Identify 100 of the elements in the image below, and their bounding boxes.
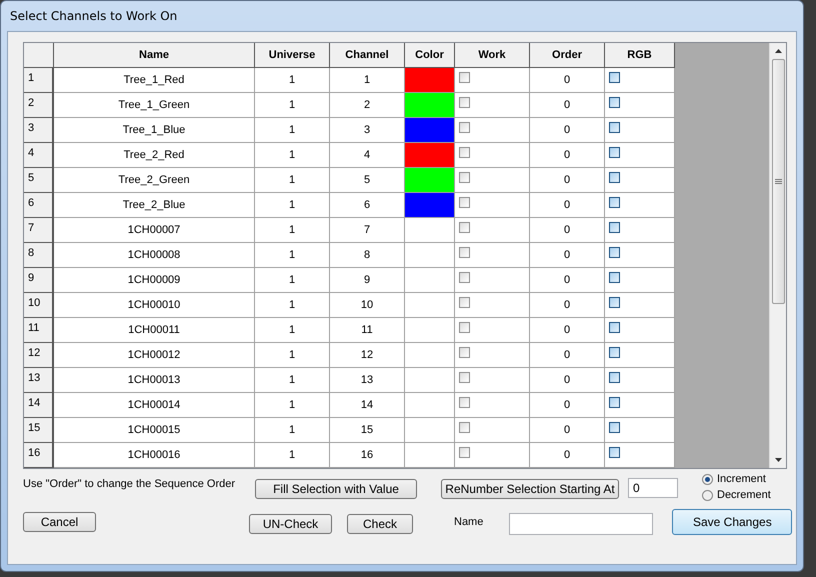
row-header[interactable]: 7 (24, 218, 54, 243)
table-cell: 1 (255, 143, 330, 168)
window-title: Select Channels to Work On (10, 9, 178, 23)
save-changes-button[interactable]: Save Changes (672, 509, 792, 535)
checkbox[interactable] (459, 97, 470, 108)
checkbox[interactable] (609, 422, 620, 433)
table-cell: 1CH00013 (54, 368, 255, 393)
table-cell: Tree_1_Blue (54, 118, 255, 143)
table-cell: 0 (530, 343, 605, 368)
row-header[interactable]: 12 (24, 343, 54, 368)
table-cell: 10 (330, 293, 405, 318)
checkbox[interactable] (459, 297, 470, 308)
checkbox[interactable] (459, 422, 470, 433)
scrollbar[interactable] (769, 43, 786, 468)
table-cell: Tree_2_Red (54, 143, 255, 168)
checkbox[interactable] (609, 222, 620, 233)
table-cell: 3 (330, 118, 405, 143)
table-cell: 1CH00011 (54, 318, 255, 343)
checkbox[interactable] (459, 372, 470, 383)
row-header[interactable]: 9 (24, 268, 54, 293)
grip-icon (774, 178, 782, 184)
checkbox[interactable] (609, 272, 620, 283)
cancel-button[interactable]: Cancel (23, 512, 96, 532)
checkbox[interactable] (459, 447, 470, 458)
checkbox[interactable] (609, 97, 620, 108)
checkbox[interactable] (609, 122, 620, 133)
direction-radio[interactable]: Decrement (702, 489, 771, 501)
table-cell: 0 (530, 268, 605, 293)
column-header[interactable]: Order (530, 43, 605, 68)
start-value-field[interactable]: 0 (628, 478, 678, 498)
checkbox[interactable] (609, 172, 620, 183)
column-header[interactable]: Work (455, 43, 530, 68)
checkbox[interactable] (459, 347, 470, 358)
table-cell: 0 (530, 168, 605, 193)
check-button[interactable]: Check (347, 514, 413, 534)
checkbox[interactable] (609, 322, 620, 333)
table-cell: 13 (330, 368, 405, 393)
checkbox[interactable] (459, 397, 470, 408)
scroll-thumb[interactable] (772, 59, 784, 304)
checkbox[interactable] (459, 122, 470, 133)
checkbox[interactable] (459, 72, 470, 83)
name-label: Name (454, 516, 484, 528)
table-cell: 16 (330, 443, 405, 468)
row-header[interactable]: 15 (24, 418, 54, 443)
table-cell: 2 (330, 93, 405, 118)
checkbox[interactable] (609, 447, 620, 458)
checkbox[interactable] (609, 197, 620, 208)
checkbox[interactable] (459, 172, 470, 183)
checkbox[interactable] (459, 197, 470, 208)
row-header[interactable]: 13 (24, 368, 54, 393)
table-cell: 1 (255, 393, 330, 418)
row-header[interactable]: 10 (24, 293, 54, 318)
checkbox[interactable] (459, 147, 470, 158)
table-cell: 0 (530, 368, 605, 393)
row-header[interactable]: 16 (24, 443, 54, 468)
row-header[interactable]: 14 (24, 393, 54, 418)
table-cell: 4 (330, 143, 405, 168)
checkbox[interactable] (609, 397, 620, 408)
column-header[interactable]: Color (405, 43, 455, 68)
row-header[interactable]: 1 (24, 68, 54, 93)
table-cell: 0 (530, 418, 605, 443)
table-cell: 1CH00014 (54, 393, 255, 418)
row-header[interactable]: 5 (24, 168, 54, 193)
row-header[interactable]: 3 (24, 118, 54, 143)
table-cell: 8 (330, 243, 405, 268)
column-header[interactable]: Name (54, 43, 255, 68)
column-header[interactable]: RGB (605, 43, 675, 68)
checkbox[interactable] (609, 372, 620, 383)
fill-selection-button[interactable]: Fill Selection with Value (255, 479, 417, 499)
table-cell: 6 (330, 193, 405, 218)
row-header[interactable]: 4 (24, 143, 54, 168)
row-header[interactable]: 8 (24, 243, 54, 268)
checkbox[interactable] (459, 222, 470, 233)
row-header[interactable]: 11 (24, 318, 54, 343)
checkbox[interactable] (459, 272, 470, 283)
checkbox[interactable] (459, 247, 470, 258)
row-header[interactable]: 6 (24, 193, 54, 218)
checkbox[interactable] (609, 247, 620, 258)
direction-radio[interactable]: Increment (702, 473, 771, 485)
name-field[interactable] (509, 513, 654, 535)
checkbox[interactable] (459, 322, 470, 333)
table-cell: 0 (530, 118, 605, 143)
table-cell: 11 (330, 318, 405, 343)
checkbox[interactable] (609, 297, 620, 308)
checkbox[interactable] (609, 347, 620, 358)
table-cell: Tree_2_Blue (54, 193, 255, 218)
table-cell: 1CH00016 (54, 443, 255, 468)
column-header[interactable]: Universe (255, 43, 330, 68)
table-cell: 1 (255, 68, 330, 93)
table-cell: 15 (330, 418, 405, 443)
uncheck-button[interactable]: UN-Check (249, 514, 332, 534)
checkbox[interactable] (609, 72, 620, 83)
column-header[interactable]: Channel (330, 43, 405, 68)
table-cell: Tree_1_Green (54, 93, 255, 118)
checkbox[interactable] (609, 147, 620, 158)
row-header[interactable]: 2 (24, 93, 54, 118)
renumber-button[interactable]: ReNumber Selection Starting At (441, 479, 619, 499)
table-cell: 7 (330, 218, 405, 243)
table-cell: 0 (530, 218, 605, 243)
table-cell: 1 (255, 168, 330, 193)
